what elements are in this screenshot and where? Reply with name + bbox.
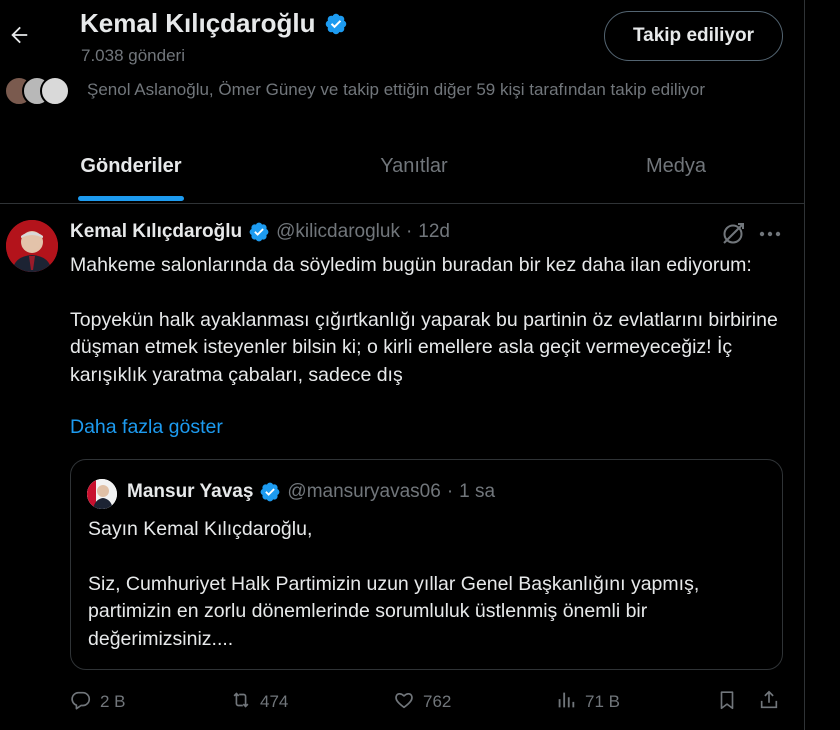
repost-icon — [230, 689, 252, 716]
views-button[interactable]: 71 B — [555, 686, 620, 718]
tweet-author-name[interactable]: Kemal Kılıçdaroğlu — [70, 221, 242, 243]
quoted-tweet-header: Mansur Yavaş @mansuryavas06 · 1 sa — [127, 481, 495, 503]
profile-column: Kemal Kılıçdaroğlu 7.038 gönderi Takip e… — [0, 0, 805, 730]
reply-button[interactable]: 2 B — [70, 686, 126, 718]
quoted-handle: @mansuryavas06 — [287, 481, 441, 502]
verified-badge-icon — [324, 12, 348, 36]
bookmark-icon — [716, 689, 738, 716]
tweet-handle[interactable]: @kilicdarogluk — [276, 221, 400, 243]
tab-media[interactable]: Medya — [545, 128, 807, 204]
reply-icon — [70, 689, 92, 716]
like-button[interactable]: 762 — [393, 686, 451, 718]
quoted-tweet-text: Sayın Kemal Kılıçdaroğlu, Siz, Cumhuriye… — [88, 516, 768, 653]
post-count: 7.038 gönderi — [81, 46, 185, 65]
tab-posts[interactable]: Gönderiler — [0, 128, 262, 204]
avatar[interactable] — [6, 220, 58, 272]
bookmark-button[interactable] — [716, 686, 738, 718]
views-count: 71 B — [585, 692, 620, 711]
tweet-header: Kemal Kılıçdaroğlu @kilicdarogluk · 12d — [70, 221, 450, 243]
avatar — [40, 76, 70, 106]
repost-button[interactable]: 474 — [230, 686, 288, 718]
share-button[interactable] — [758, 686, 780, 718]
followers-you-know-avatars[interactable] — [4, 76, 72, 108]
quoted-author-name: Mansur Yavaş — [127, 481, 254, 502]
share-icon — [758, 689, 780, 716]
followers-you-know-text[interactable]: Şenol Aslanoğlu, Ömer Güney ve takip ett… — [87, 80, 705, 100]
tweet-text: Mahkeme salonlarında da söyledim bugün b… — [70, 252, 780, 389]
repost-count: 474 — [260, 692, 289, 711]
verified-badge-icon — [259, 481, 281, 503]
back-arrow-icon[interactable] — [6, 20, 32, 50]
quoted-tweet[interactable]: Mansur Yavaş @mansuryavas06 · 1 sa Sayın… — [70, 459, 783, 670]
profile-name: Kemal Kılıçdaroğlu — [80, 8, 316, 38]
tweet-actions: 2 B 474 762 71 B — [70, 686, 783, 718]
quoted-separator: · — [446, 481, 454, 502]
tweet-paragraph: Topyekün halk ayaklanması çığırtkanlığı … — [70, 308, 778, 386]
quoted-paragraph: Sayın Kemal Kılıçdaroğlu, — [88, 518, 313, 540]
like-count: 762 — [423, 692, 452, 711]
avatar — [87, 479, 117, 509]
reply-count: 2 B — [100, 692, 126, 711]
tweet-paragraph: Mahkeme salonlarında da söyledim bugün b… — [70, 254, 752, 276]
tab-replies[interactable]: Yanıtlar — [283, 128, 545, 204]
profile-tabs: Gönderiler Yanıtlar Medya — [0, 128, 805, 204]
verified-badge-icon — [248, 221, 270, 243]
like-icon — [393, 689, 415, 716]
following-button[interactable]: Takip ediliyor — [604, 11, 783, 61]
grok-icon[interactable] — [720, 221, 746, 247]
profile-title: Kemal Kılıçdaroğlu — [80, 8, 348, 39]
quoted-time: 1 sa — [459, 481, 496, 502]
tweet-separator: · — [405, 221, 413, 242]
quoted-paragraph: Siz, Cumhuriyet Halk Partimizin uzun yıl… — [88, 572, 700, 650]
more-icon[interactable] — [757, 221, 783, 247]
tweet-time[interactable]: 12d — [418, 221, 450, 243]
active-tab-indicator — [78, 196, 184, 201]
show-more-link[interactable]: Daha fazla göster — [70, 416, 223, 439]
views-icon — [555, 689, 577, 716]
